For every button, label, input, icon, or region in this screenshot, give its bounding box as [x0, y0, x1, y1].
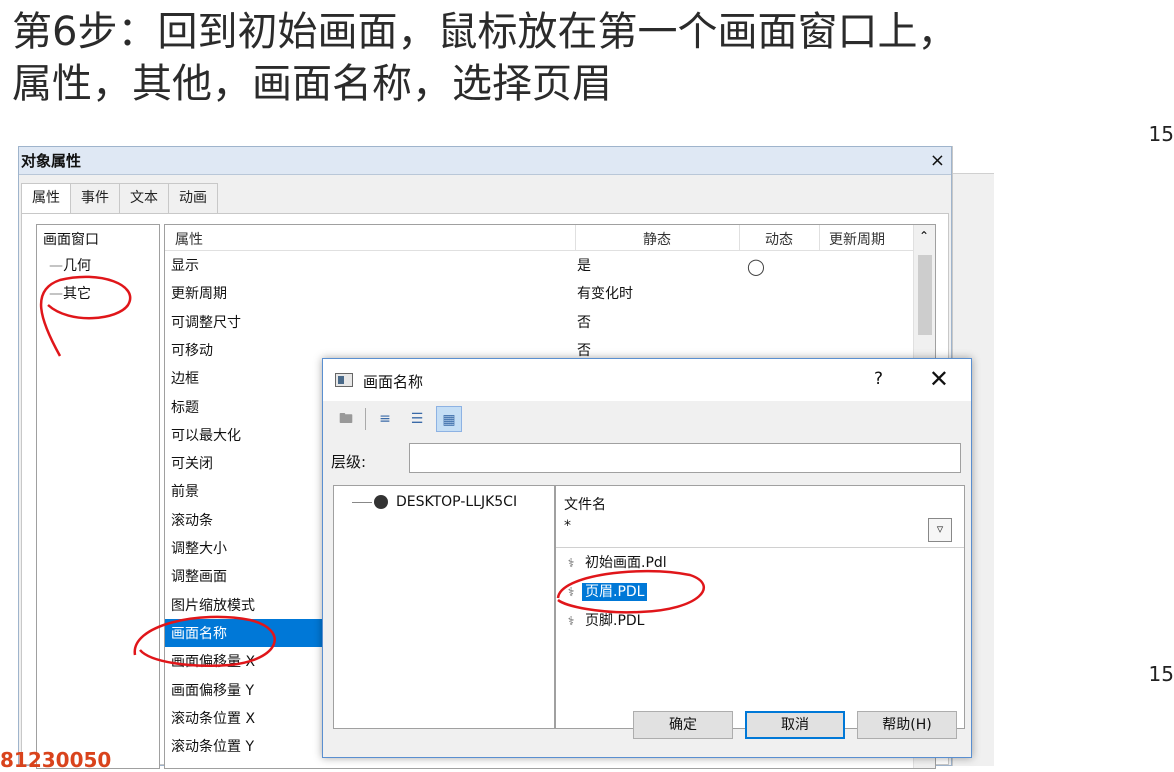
property-name: 可调整尺寸	[171, 314, 241, 331]
column-header-property[interactable]: 属性	[175, 229, 203, 249]
property-name: 可关闭	[171, 456, 213, 473]
tree-item-other[interactable]: —其它	[49, 283, 91, 303]
property-name: 调整大小	[171, 541, 227, 557]
level-input[interactable]	[409, 443, 961, 473]
instruction-text: 第6步：回到初始画面，鼠标放在第一个画面窗口上， 属性，其他，画面名称，选择页眉	[12, 6, 1172, 110]
host-name: DESKTOP-LLJK5CI	[396, 494, 518, 510]
filter-icon[interactable]: ▿	[928, 518, 952, 542]
property-name: 可移动	[171, 342, 213, 359]
property-row[interactable]: 可调整尺寸 否	[165, 308, 905, 336]
column-header-static[interactable]: 静态	[643, 229, 671, 249]
property-name: 标题	[171, 399, 199, 416]
column-header-dynamic[interactable]: 动态	[765, 229, 793, 249]
computer-icon	[374, 495, 388, 509]
tree-line: —	[49, 258, 63, 274]
host-tree: DESKTOP-LLJK5CI	[333, 485, 555, 729]
file-item[interactable]: ⚕ 页脚.PDL	[564, 610, 647, 632]
help-icon[interactable]: ?	[874, 369, 883, 389]
property-name: 滚动条	[171, 512, 213, 529]
tree-item-picture-window[interactable]: 画面窗口	[43, 229, 99, 249]
close-icon[interactable]: ✕	[929, 365, 949, 393]
property-name: 显示	[171, 258, 199, 274]
list-view-icon[interactable]: ☰	[404, 406, 430, 432]
pdl-file-icon: ⚕	[567, 614, 575, 628]
file-name: 页脚.PDL	[585, 613, 645, 629]
property-name: 画面名称	[171, 625, 227, 642]
tree-label: 其它	[63, 286, 91, 302]
ok-button[interactable]: 确定	[633, 711, 733, 739]
dialog-toolbar: 🖿 ≡ ☰ ▦	[333, 405, 468, 433]
instruction-line-1: 第6步：回到初始画面，鼠标放在第一个画面窗口上，	[12, 9, 958, 55]
lightbulb-icon[interactable]: ◯	[747, 257, 765, 276]
file-item[interactable]: ⚕ 页眉.PDL	[564, 581, 648, 603]
picture-name-dialog: 画面名称 ? ✕ 🖿 ≡ ☰ ▦ 层级: DESKTOP-LLJK5CI 文件名…	[322, 358, 972, 758]
grid-header: 属性 静态 动态 更新周期	[165, 225, 935, 251]
tab-text[interactable]: 文本	[119, 183, 169, 213]
property-row[interactable]: 画面名称	[165, 618, 325, 647]
property-name: 更新周期	[171, 286, 227, 303]
tree-view-icon[interactable]: ≡	[372, 406, 398, 432]
properties-tabs: 属性 事件 文本 动画	[21, 183, 218, 215]
property-value: 是	[577, 258, 591, 274]
tree-label: 几何	[63, 258, 91, 274]
window-icon	[335, 373, 353, 387]
property-value: 否	[577, 342, 591, 359]
property-name: 画面偏移量 Y	[171, 682, 255, 699]
background-window-title	[953, 146, 994, 174]
properties-title: 对象属性	[21, 152, 82, 170]
file-item[interactable]: ⚕ 初始画面.Pdl	[564, 552, 670, 574]
properties-title-bar: 对象属性 ×	[19, 147, 951, 175]
watermark: 81230050	[0, 748, 112, 772]
tab-events[interactable]: 事件	[70, 183, 120, 213]
details-view-icon[interactable]: ▦	[436, 406, 462, 432]
property-name: 可以最大化	[171, 427, 241, 444]
tab-animation[interactable]: 动画	[168, 183, 218, 213]
level-label: 层级:	[331, 453, 367, 471]
folder-icon[interactable]: 🖿	[333, 406, 359, 432]
help-button[interactable]: 帮助(H)	[857, 711, 957, 739]
tree-item-geometry[interactable]: —几何	[49, 255, 91, 275]
file-name-column[interactable]: 文件名	[564, 494, 606, 514]
edge-number: 15	[1148, 122, 1174, 146]
scroll-thumb[interactable]	[918, 255, 932, 335]
property-value: 否	[577, 314, 591, 331]
property-row[interactable]: 显示 是	[165, 251, 905, 279]
property-name: 滚动条位置 Y	[171, 739, 255, 756]
property-name: 画面偏移量 X	[171, 654, 256, 671]
dialog-title: 画面名称	[363, 373, 424, 391]
cancel-button[interactable]: 取消	[745, 711, 845, 739]
file-name: 页眉.PDL	[582, 583, 648, 601]
property-name: 滚动条位置 X	[171, 710, 256, 727]
column-header-update-cycle[interactable]: 更新周期	[829, 229, 885, 249]
property-name: 前景	[171, 484, 199, 501]
pdl-file-icon: ⚕	[567, 585, 575, 599]
host-node[interactable]: DESKTOP-LLJK5CI	[352, 494, 517, 510]
instruction-line-2: 属性，其他，画面名称，选择页眉	[12, 61, 612, 107]
file-list-panel: 文件名 * ▿ ⚕ 初始画面.Pdl ⚕ 页眉.PDL ⚕ 页脚.PDL	[555, 485, 965, 729]
property-name: 调整画面	[171, 569, 227, 586]
property-tree: 画面窗口 —几何 —其它	[36, 224, 160, 769]
edge-number: 15	[1148, 662, 1174, 686]
tree-line: —	[49, 286, 63, 302]
property-name: 图片缩放模式	[171, 597, 255, 614]
pdl-file-icon: ⚕	[567, 556, 575, 570]
scroll-up-icon[interactable]: ⌃	[919, 229, 929, 243]
property-row[interactable]: 更新周期 有变化时	[165, 279, 905, 307]
property-name: 边框	[171, 371, 199, 388]
file-list-header: 文件名 * ▿	[556, 486, 964, 548]
close-icon[interactable]: ×	[930, 147, 945, 175]
file-name: 初始画面.Pdl	[585, 555, 667, 571]
dialog-title-bar: 画面名称 ? ✕	[323, 359, 971, 401]
property-value: 有变化时	[577, 286, 633, 303]
filter-input[interactable]: *	[564, 518, 571, 534]
tab-properties[interactable]: 属性	[21, 183, 71, 215]
